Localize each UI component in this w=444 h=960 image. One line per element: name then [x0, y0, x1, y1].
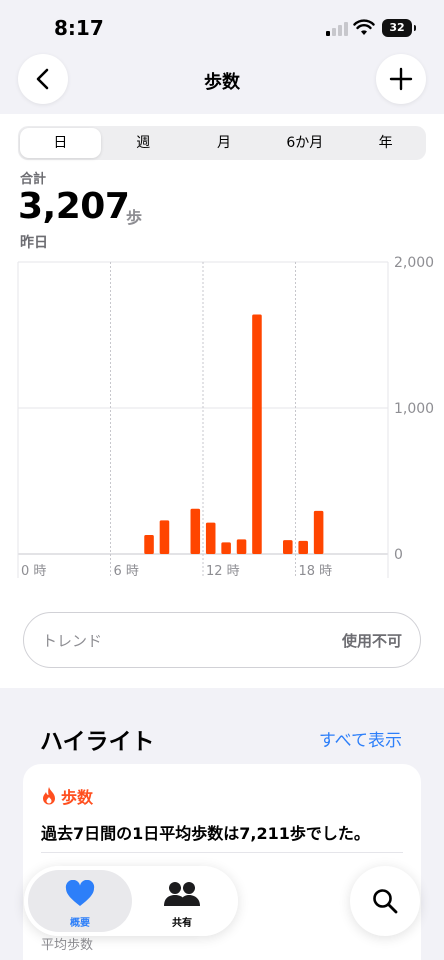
y-tick-label: 1,000: [394, 401, 434, 417]
chart-bar: [313, 510, 324, 554]
x-tick-label: 18 時: [299, 564, 333, 579]
people-icon: [164, 882, 200, 906]
chart-bar: [190, 508, 201, 554]
status-bar: 8:17 32: [0, 0, 444, 56]
y-tick-label: 0: [394, 547, 403, 563]
chart-bar: [144, 535, 154, 554]
tab-sharing-label: 共有: [172, 918, 192, 929]
trend-label: トレンド: [42, 632, 103, 650]
status-time: 8:17: [54, 16, 104, 40]
x-tick-label: 6 時: [114, 564, 139, 579]
chart-bar: [298, 540, 308, 554]
plus-icon: [389, 67, 413, 91]
highlight-category-label: 歩数: [61, 788, 94, 807]
steps-detail: 日 週 月 6か月 年 合計 3,207 歩 昨日 0 1,000 2,000 0 時…: [0, 114, 444, 688]
chart-bar: [205, 522, 216, 554]
date-label: 昨日: [20, 235, 48, 251]
chart-bar: [159, 520, 170, 554]
steps-unit: 歩: [126, 208, 143, 227]
tab-summary[interactable]: 概要: [28, 870, 132, 932]
total-label: 合計: [20, 172, 47, 187]
tab-summary-label: 概要: [70, 918, 90, 929]
show-all-link[interactable]: すべて表示: [319, 726, 402, 751]
chart-bar: [236, 539, 247, 554]
flame-icon: [43, 787, 55, 805]
steps-bar-chart[interactable]: 0 1,000 2,000 0 時 6 時 12 時 18 時: [0, 254, 444, 584]
segment-day[interactable]: 日: [20, 128, 101, 158]
wifi-icon: [353, 19, 375, 35]
add-data-button[interactable]: [376, 54, 426, 104]
heart-icon: [65, 880, 95, 906]
time-range-segmented-control: 日 週 月 6か月 年: [18, 126, 426, 160]
chart-bar: [283, 540, 293, 554]
battery-icon: 32: [382, 19, 416, 37]
highlight-category: 歩数: [41, 784, 93, 808]
y-tick-label: 2,000: [394, 255, 434, 271]
divider: [41, 852, 403, 853]
segment-6months[interactable]: 6か月: [264, 126, 345, 160]
total-steps-value: 3,207: [18, 186, 130, 227]
tab-sharing[interactable]: 共有: [130, 870, 234, 932]
highlights-title: ハイライト: [40, 729, 155, 755]
tab-bar: 概要 共有: [24, 866, 238, 936]
segment-week[interactable]: 週: [103, 126, 184, 160]
x-tick-label: 0 時: [21, 564, 46, 579]
search-button[interactable]: [350, 866, 420, 936]
highlight-text: 過去7日間の1日平均歩数は7,211歩でした。: [41, 824, 370, 843]
trend-row[interactable]: トレンド 使用不可: [23, 612, 421, 668]
cellular-signal-icon: [326, 22, 348, 36]
search-icon: [373, 889, 398, 914]
highlight-sub-label: 平均歩数: [41, 938, 94, 953]
chart-bar: [221, 542, 231, 554]
x-tick-label: 12 時: [206, 564, 240, 579]
trend-value: 使用不可: [341, 632, 402, 650]
segment-year[interactable]: 年: [345, 126, 426, 160]
chart-bar: [252, 314, 262, 554]
segment-month[interactable]: 月: [184, 126, 265, 160]
